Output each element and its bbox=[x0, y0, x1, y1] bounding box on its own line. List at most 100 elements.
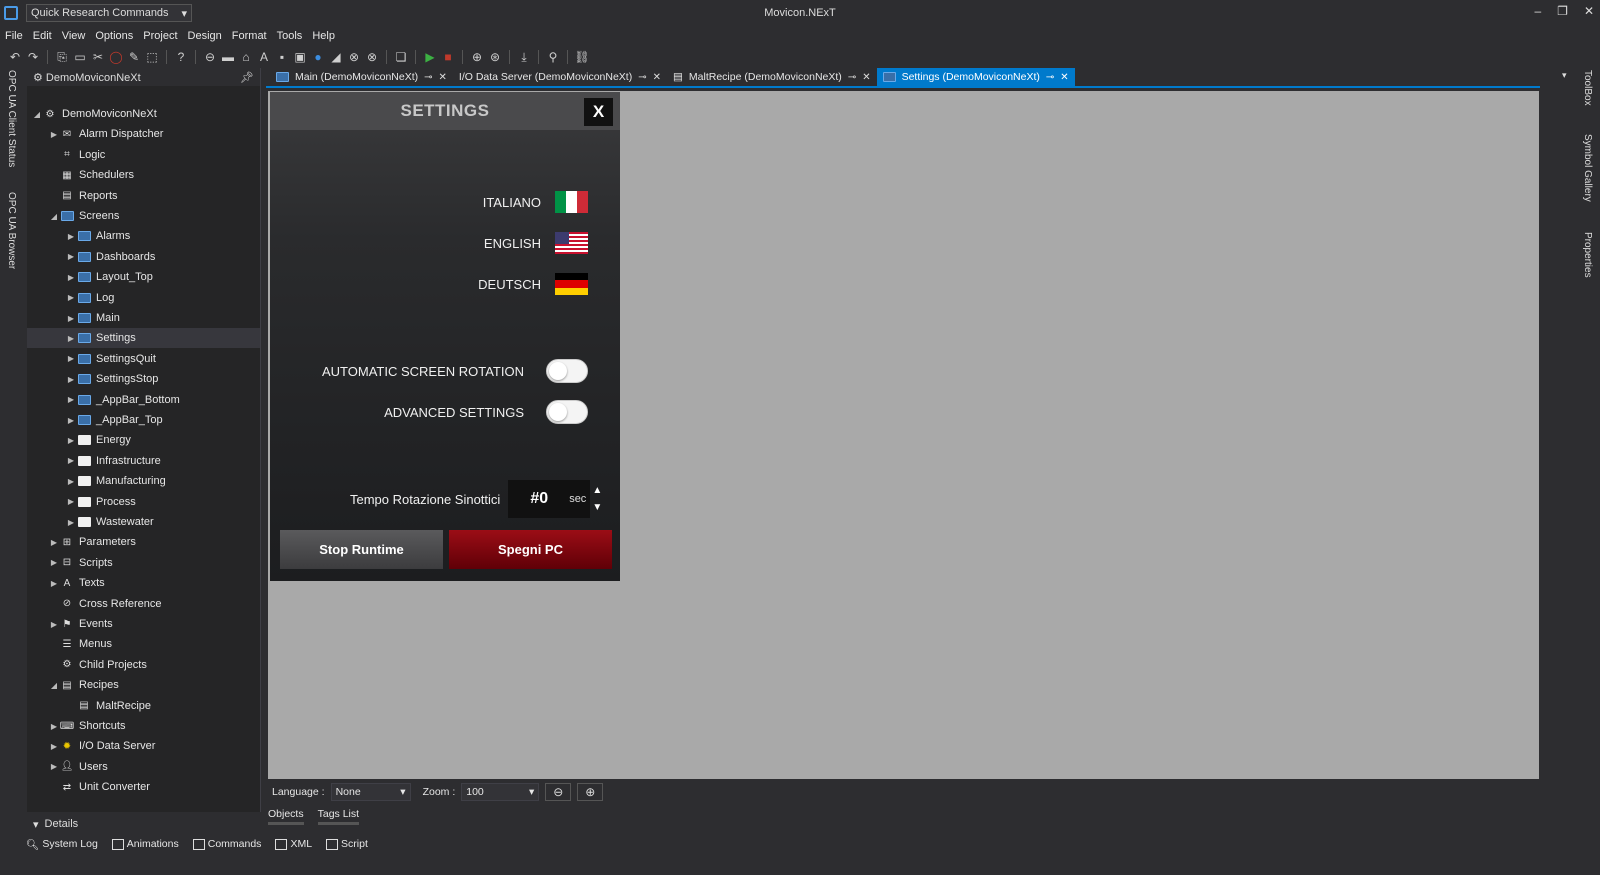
build-icon[interactable]: ◢ bbox=[329, 50, 343, 64]
tree-node[interactable]: ▶ A Texts bbox=[48, 573, 105, 593]
opc-ua-client-status-tab[interactable]: OPC UA Client Status bbox=[6, 70, 17, 167]
network-icon[interactable]: ⛓ bbox=[574, 50, 589, 64]
xml-button[interactable]: XML bbox=[275, 838, 312, 850]
tree-node[interactable]: ◢ ▤ Recipes bbox=[48, 675, 119, 695]
expanded-arrow-icon[interactable]: ◢ bbox=[31, 110, 43, 119]
windows-icon[interactable]: ❏ bbox=[394, 50, 408, 64]
tab-overflow-icon[interactable]: ▾ bbox=[1562, 70, 1567, 81]
minus-circle-icon[interactable]: ⊖ bbox=[203, 50, 217, 64]
tree-node[interactable]: ▶ ✉ Alarm Dispatcher bbox=[48, 124, 163, 144]
arrow-down-icon[interactable]: ▼ bbox=[592, 502, 602, 513]
tree-node[interactable]: ⚙ Child Projects bbox=[48, 655, 147, 675]
menu-format[interactable]: Format bbox=[227, 28, 272, 46]
collapsed-arrow-icon[interactable]: ▶ bbox=[65, 436, 77, 445]
tree-node[interactable]: ▶ Energy bbox=[65, 430, 131, 450]
collapsed-arrow-icon[interactable]: ▶ bbox=[65, 477, 77, 486]
menu-view[interactable]: View bbox=[57, 28, 91, 46]
minimize-icon[interactable]: – bbox=[1534, 4, 1541, 18]
stop-runtime-button[interactable]: Stop Runtime bbox=[280, 530, 443, 569]
language-select[interactable]: None ▾ bbox=[330, 783, 411, 801]
check-icon[interactable]: ● bbox=[311, 50, 325, 64]
globe-icon[interactable]: ⊕ bbox=[470, 50, 484, 64]
menu-file[interactable]: File bbox=[0, 28, 28, 46]
stop-record-icon[interactable]: ◯ bbox=[109, 50, 123, 64]
maximize-icon[interactable]: ❐ bbox=[1557, 4, 1568, 18]
tree-node[interactable]: ▶ Main bbox=[65, 308, 120, 328]
shutdown-pc-button[interactable]: Spegni PC bbox=[449, 530, 612, 569]
rotation-time-field[interactable]: #0 sec bbox=[508, 480, 591, 518]
language-english-row[interactable]: ENGLISH bbox=[484, 231, 588, 255]
animations-button[interactable]: Animations bbox=[111, 838, 179, 850]
tab-main[interactable]: Main (DemoMoviconNeXt) ⊸ ✕ bbox=[270, 68, 453, 86]
language-italiano-row[interactable]: ITALIANO bbox=[483, 190, 588, 214]
collapsed-arrow-icon[interactable]: ▶ bbox=[48, 620, 60, 629]
cut-icon[interactable]: ✂ bbox=[91, 50, 105, 64]
web-icon[interactable]: ⊛ bbox=[488, 50, 502, 64]
tree-node[interactable]: ▶ _AppBar_Top bbox=[65, 410, 163, 430]
commands-button[interactable]: Commands bbox=[192, 838, 261, 850]
zoom-out-button[interactable]: ⊖ bbox=[545, 783, 572, 801]
settings-close-button[interactable]: X bbox=[584, 98, 613, 126]
tab-settings[interactable]: Settings (DemoMoviconNeXt) ⊸ ✕ bbox=[876, 68, 1075, 86]
tree-node[interactable]: ▶ Settings bbox=[65, 328, 136, 348]
collapsed-arrow-icon[interactable]: ▶ bbox=[65, 456, 77, 465]
tree-node[interactable]: ▶ SettingsStop bbox=[65, 369, 158, 389]
tree-node[interactable]: ▦ Schedulers bbox=[48, 165, 134, 185]
collapsed-arrow-icon[interactable]: ▶ bbox=[65, 497, 77, 506]
close-icon[interactable]: ✕ bbox=[862, 72, 870, 83]
tab-objects[interactable]: Objects bbox=[268, 808, 304, 825]
tree-node[interactable]: ▶ Dashboards bbox=[65, 247, 155, 267]
collapsed-arrow-icon[interactable]: ▶ bbox=[65, 518, 77, 527]
collapsed-arrow-icon[interactable]: ▶ bbox=[48, 538, 60, 547]
collapsed-arrow-icon[interactable]: ▶ bbox=[65, 293, 77, 302]
expanded-arrow-icon[interactable]: ◢ bbox=[48, 681, 60, 690]
tree-node[interactable]: ▶ 👤︎ Users bbox=[48, 757, 108, 777]
tree-node[interactable]: ▶ ⊞ Parameters bbox=[48, 532, 136, 552]
collapsed-arrow-icon[interactable]: ▶ bbox=[65, 416, 77, 425]
tree-node[interactable]: ⇄ Unit Converter bbox=[48, 777, 150, 797]
tree-node[interactable]: ▶ SettingsQuit bbox=[65, 349, 156, 369]
tree-node[interactable]: ▶ Infrastructure bbox=[65, 451, 161, 471]
zoom-in-button[interactable]: ⊕ bbox=[577, 783, 604, 801]
germany-flag-icon[interactable] bbox=[555, 273, 588, 295]
collapsed-arrow-icon[interactable]: ▶ bbox=[65, 252, 77, 261]
redo-icon[interactable]: ↷ bbox=[26, 50, 40, 64]
menu-project[interactable]: Project bbox=[138, 28, 182, 46]
stop-icon[interactable]: ■ bbox=[441, 50, 455, 64]
expanded-arrow-icon[interactable]: ◢ bbox=[48, 212, 60, 221]
tree-node[interactable]: ▶ _AppBar_Bottom bbox=[65, 390, 180, 410]
tree-node[interactable]: ▶ ⊟ Scripts bbox=[48, 553, 113, 573]
location-icon[interactable]: ⚲ bbox=[546, 50, 560, 64]
arrow-up-icon[interactable]: ▲ bbox=[592, 485, 602, 496]
tree-node[interactable]: ▶ Alarms bbox=[65, 226, 130, 246]
collapsed-arrow-icon[interactable]: ▶ bbox=[65, 334, 77, 343]
home-icon[interactable]: ⌂ bbox=[239, 50, 253, 64]
tree-node[interactable]: ◢ Screens bbox=[48, 206, 119, 226]
copy-icon[interactable]: ⎘ bbox=[55, 50, 69, 64]
italy-flag-icon[interactable] bbox=[555, 191, 588, 213]
tree-node[interactable]: ▶ ⌨ Shortcuts bbox=[48, 716, 126, 736]
rotation-time-stepper[interactable]: ▲ ▼ bbox=[590, 480, 604, 518]
tab-tags-list[interactable]: Tags List bbox=[317, 808, 360, 825]
details-expander[interactable]: ▾ Details bbox=[27, 815, 261, 833]
select-icon[interactable]: ⬚ bbox=[145, 50, 159, 64]
collapsed-arrow-icon[interactable]: ▶ bbox=[48, 579, 60, 588]
advanced-settings-toggle[interactable] bbox=[546, 400, 588, 424]
undo-icon[interactable]: ↶ bbox=[8, 50, 22, 64]
cancel-circle-icon[interactable]: ⊗ bbox=[347, 50, 361, 64]
system-log-button[interactable]: 🔍︎ System Log bbox=[26, 838, 98, 851]
paste-icon[interactable]: ▭ bbox=[73, 50, 87, 64]
tree-node[interactable]: ◢ ⚙ DemoMoviconNeXt bbox=[31, 104, 157, 124]
menu-edit[interactable]: Edit bbox=[28, 28, 57, 46]
toolbox-tab[interactable]: ToolBox bbox=[1582, 70, 1593, 106]
tree-node[interactable]: ☰ Menus bbox=[48, 634, 113, 654]
tree-node[interactable]: ⊘ Cross Reference bbox=[48, 594, 162, 614]
script-button[interactable]: Script bbox=[326, 838, 368, 850]
collapsed-arrow-icon[interactable]: ▶ bbox=[65, 273, 77, 282]
edit-icon[interactable]: ✎ bbox=[127, 50, 141, 64]
quick-research-dropdown[interactable]: Quick Research Commands ▾ bbox=[26, 4, 192, 22]
collapsed-arrow-icon[interactable]: ▶ bbox=[65, 375, 77, 384]
properties-tab[interactable]: Properties bbox=[1582, 232, 1593, 278]
help-icon[interactable]: ? bbox=[174, 50, 188, 64]
close-icon[interactable]: ✕ bbox=[439, 72, 447, 83]
